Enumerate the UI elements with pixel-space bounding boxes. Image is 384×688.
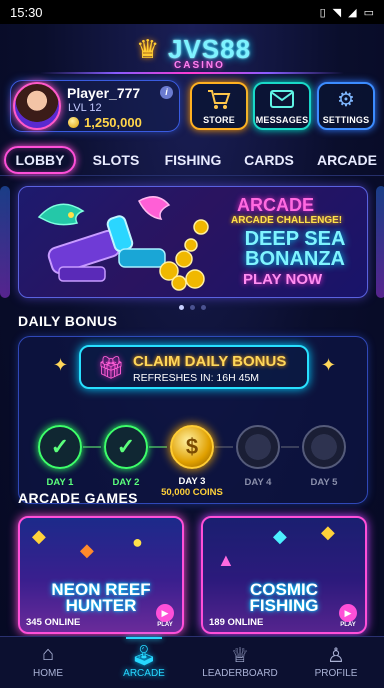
crown-icon: ♛: [136, 34, 160, 64]
day-connector: [281, 446, 299, 448]
messages-button[interactable]: MESSAGES: [253, 82, 311, 130]
fish-icon: ◆: [321, 522, 335, 542]
brand-tagline: CASINO: [174, 60, 225, 71]
claim-title: CLAIM DAILY BONUS: [133, 353, 287, 370]
vibrate-icon: ▯: [319, 6, 326, 19]
wifi-icon: ◥: [332, 6, 342, 19]
day-label: DAY 5: [310, 477, 338, 488]
fish-icon: ◆: [80, 540, 94, 560]
app-screen: ♛ JVS88 CASINO Player_777 LVL 12 1,250,0…: [0, 24, 384, 688]
nav-leaderboard[interactable]: ♕ LEADERBOARD: [192, 637, 288, 688]
nav-home[interactable]: ⌂ HOME: [0, 637, 96, 688]
daily-bonus-heading: DAILY BONUS: [18, 313, 118, 329]
gift-icon: 🎁︎: [97, 355, 125, 380]
spaceship-icon: ▲: [217, 550, 235, 570]
store-label: STORE: [203, 115, 235, 125]
bonus-day-2: ✓ DAY 2: [103, 425, 149, 488]
game-card-cosmic-fishing[interactable]: ◆ ◆ ▲ COSMIC FISHING 189 ONLINE ▶ PLAY: [201, 516, 367, 634]
tab-slots[interactable]: SLOTS: [86, 146, 146, 174]
tab-cards[interactable]: CARDS: [238, 146, 300, 174]
info-icon[interactable]: i: [160, 86, 173, 99]
fish-icon: ◆: [32, 526, 46, 546]
status-time: 15:30: [10, 4, 43, 20]
carousel-dot[interactable]: [201, 305, 206, 310]
online-count: 345 ONLINE: [26, 617, 81, 628]
header-divider: [40, 72, 344, 74]
brand-logo: ♛ JVS88 CASINO: [0, 28, 384, 74]
avatar[interactable]: [13, 82, 61, 130]
game-card-neon-reef-hunter[interactable]: ◆ ◆ ● NEON REEF HUNTER 345 ONLINE ▶ PLAY: [18, 516, 184, 634]
sparkle-icon: ✦: [53, 355, 69, 375]
signal-icon: ◢: [348, 6, 357, 19]
battery-icon: ▭: [363, 6, 374, 19]
profile-card[interactable]: Player_777 LVL 12 1,250,000 i: [10, 80, 180, 132]
bottom-nav: ⌂ HOME 🕹︎ ARCADE ♕ LEADERBOARD ♙ PROFILE: [0, 636, 384, 688]
locked-coin-icon: [236, 425, 280, 469]
day-connector: [83, 446, 101, 448]
banner-category: ARCADE: [237, 195, 315, 215]
cannon-illustration: [37, 196, 209, 291]
user-icon: ♙: [327, 645, 345, 667]
home-icon: ⌂: [41, 643, 55, 665]
nav-arcade[interactable]: 🕹︎ ARCADE: [96, 637, 192, 688]
carousel-dot[interactable]: [190, 305, 195, 310]
day-connector: [215, 446, 233, 448]
settings-button[interactable]: ⚙ SETTINGS: [317, 82, 375, 130]
messages-label: MESSAGES: [255, 115, 309, 125]
day-label: DAY 3: [178, 476, 206, 487]
coin-balance: 1,250,000: [84, 115, 142, 130]
bonus-day-5: DAY 5: [301, 425, 347, 488]
player-level: LVL 12: [68, 102, 102, 114]
checkmark-icon: ✓: [38, 425, 82, 469]
play-button[interactable]: ▶ PLAY: [337, 604, 359, 628]
tab-lobby[interactable]: LOBBY: [4, 146, 76, 174]
arcade-games-heading: ARCADE GAMES: [18, 490, 138, 506]
bonus-day-1: ✓ DAY 1: [37, 425, 83, 488]
banner-challenge: ARCADE CHALLENGE!: [231, 215, 343, 226]
nav-profile[interactable]: ♙ PROFILE: [288, 637, 384, 688]
banner-title: DEEP SEA BONANZA: [244, 228, 346, 270]
promo-banner[interactable]: ARCADE ARCADE CHALLENGE! DEEP SEA BONANZ…: [18, 186, 368, 298]
online-count: 189 ONLINE: [209, 617, 264, 628]
gear-icon: ⚙: [337, 89, 355, 111]
banner-prev-peek[interactable]: [0, 186, 10, 298]
banner-next-peek[interactable]: [376, 186, 384, 298]
day-label: DAY 2: [112, 477, 140, 488]
envelope-icon: [255, 89, 309, 111]
category-tabs: LOBBY SLOTS FISHING CARDS ARCADE: [0, 142, 384, 176]
cart-icon: [192, 89, 246, 111]
submarine-icon: ●: [132, 532, 143, 552]
coin-icon: [68, 117, 79, 128]
bonus-day-3[interactable]: $ DAY 3 50,000 COINS: [161, 425, 223, 498]
daily-bonus-panel: ✦ ✦ 🎁︎ CLAIM DAILY BONUS REFRESHES IN: 1…: [18, 336, 368, 504]
settings-label: SETTINGS: [322, 115, 370, 125]
carousel-dots: [179, 305, 206, 310]
joystick-icon: 🕹︎: [131, 645, 157, 667]
locked-coin-icon: [302, 425, 346, 469]
refresh-timer: REFRESHES IN: 16H 45M: [133, 372, 260, 384]
bonus-day-4: DAY 4: [235, 425, 281, 488]
play-button[interactable]: ▶ PLAY: [154, 604, 176, 628]
day-connector: [149, 446, 167, 448]
day-reward: 50,000 COINS: [161, 487, 223, 498]
checkmark-icon: ✓: [104, 425, 148, 469]
status-bar: 15:30 ▯ ◥ ◢ ▭: [0, 0, 384, 24]
store-button[interactable]: STORE: [190, 82, 248, 130]
play-icon: ▶: [339, 604, 357, 622]
play-icon: ▶: [156, 604, 174, 622]
tab-arcade[interactable]: ARCADE: [314, 146, 380, 174]
banner-play-now[interactable]: PLAY NOW: [243, 271, 322, 288]
bonus-day-track: ✓ DAY 1 ✓ DAY 2 $ DAY 3 50,000 COINS DAY…: [19, 425, 369, 498]
fish-icon: ◆: [273, 526, 287, 546]
carousel-dot[interactable]: [179, 305, 184, 310]
player-name: Player_777: [67, 85, 141, 101]
trophy-icon: ♕: [231, 645, 249, 667]
claim-daily-bonus-button[interactable]: 🎁︎ CLAIM DAILY BONUS REFRESHES IN: 16H 4…: [79, 345, 309, 389]
sparkle-icon: ✦: [321, 355, 337, 375]
tab-fishing[interactable]: FISHING: [158, 146, 228, 174]
day-label: DAY 1: [46, 477, 74, 488]
gold-coin-icon: $: [170, 425, 214, 469]
day-label: DAY 4: [244, 477, 272, 488]
